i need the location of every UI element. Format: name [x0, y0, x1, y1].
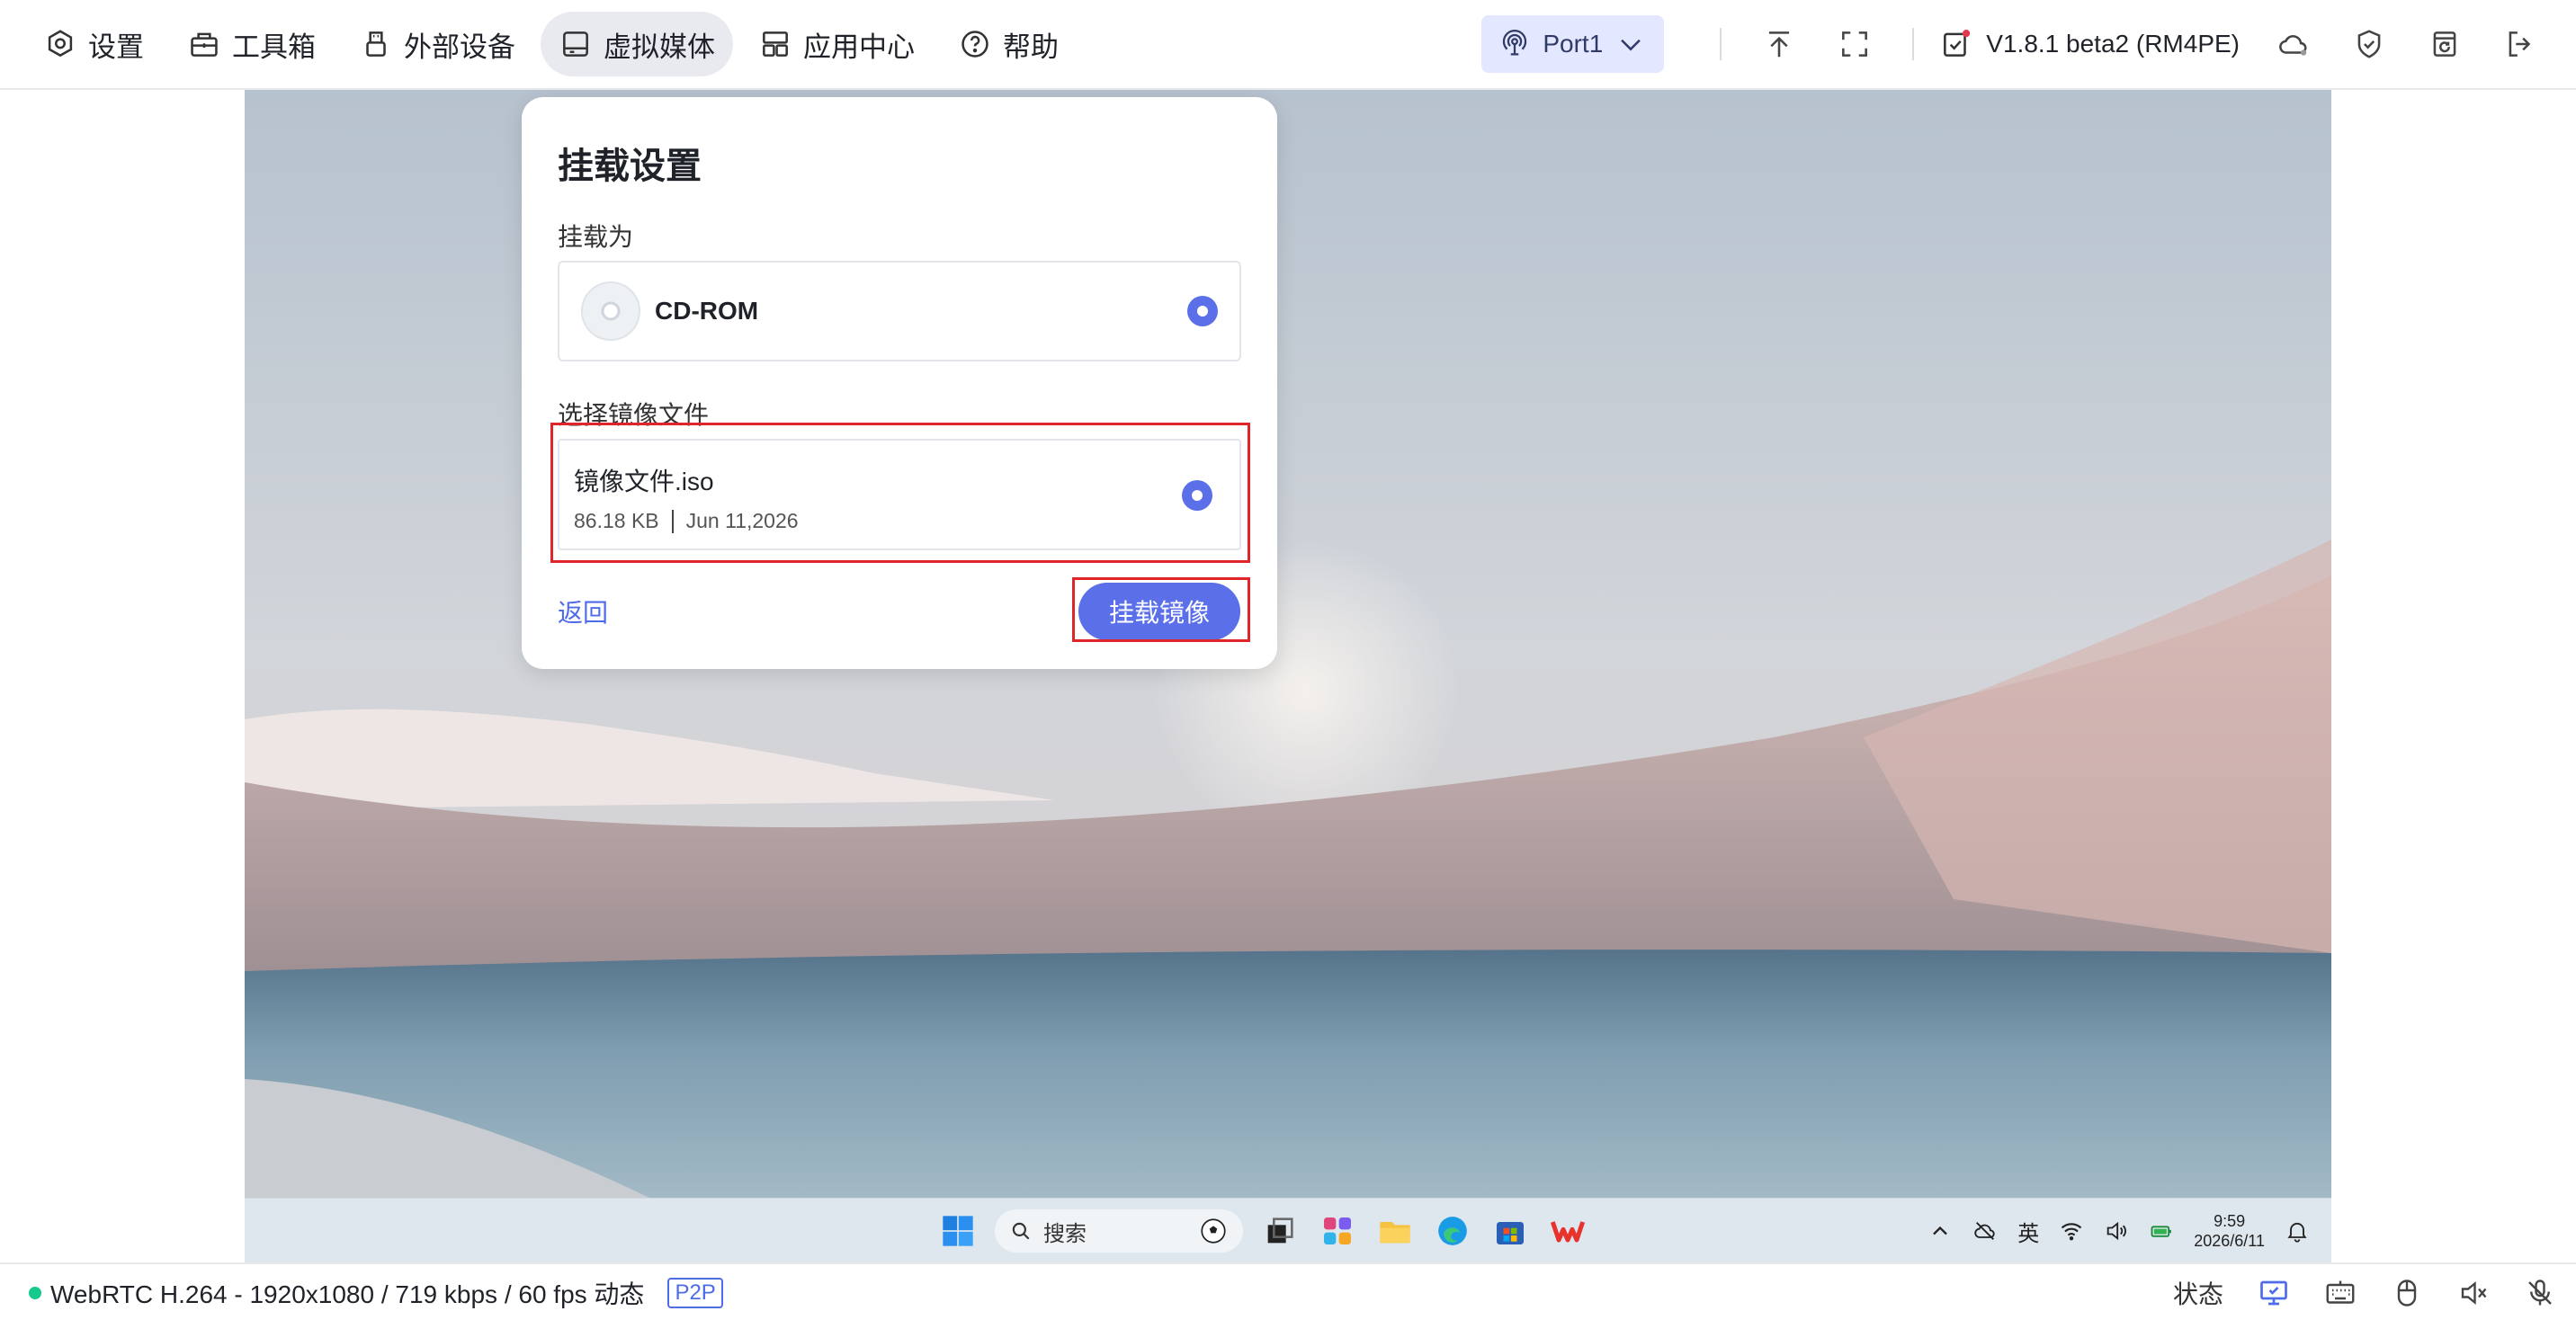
divider: [1912, 28, 1915, 60]
windows-taskbar: 搜索 英 9:59 2026/6/11: [245, 1198, 2331, 1262]
fullscreen-button[interactable]: [1817, 11, 1892, 77]
mount-button-highlight-box: [1072, 577, 1250, 642]
security-button[interactable]: [2331, 11, 2407, 77]
upload-button[interactable]: [1741, 11, 1817, 77]
mount-option-cdrom[interactable]: CD-ROM: [558, 261, 1241, 361]
port-label: Port1: [1543, 30, 1604, 58]
stream-stats: WebRTC H.264 - 1920x1080 / 719 kbps / 60…: [50, 1280, 645, 1308]
status-bar: WebRTC H.264 - 1920x1080 / 719 kbps / 60…: [0, 1262, 2576, 1320]
connection-indicator: [29, 1287, 41, 1299]
version-info[interactable]: V1.8.1 beta2 (RM4PE): [1939, 27, 2240, 61]
logout-button[interactable]: [2482, 11, 2558, 77]
mount-option-label: CD-ROM: [655, 297, 759, 325]
copilot-app[interactable]: [1317, 1210, 1358, 1252]
help-icon: [962, 31, 988, 58]
system-tray: 英 9:59 2026/6/11: [1928, 1204, 2310, 1258]
logout-icon: [2509, 31, 2531, 57]
store-app[interactable]: [1489, 1210, 1531, 1252]
store-icon: [1497, 1222, 1524, 1244]
restart-icon: [2433, 31, 2456, 57]
wifi-icon[interactable]: [2059, 1218, 2084, 1244]
keyboard-icon[interactable]: [2324, 1277, 2357, 1309]
edge-browser-icon: [1438, 1217, 1467, 1245]
port-selector[interactable]: Port1: [1481, 15, 1665, 73]
task-view-button[interactable]: [1259, 1210, 1301, 1252]
nav-toolbox-label: 工具箱: [232, 31, 316, 63]
top-toolbar: 设置 工具箱 外部设备 虚拟媒体 应用中心 帮助 Port1 V1.8.1 be…: [0, 0, 2576, 90]
dialog-title: 挂载设置: [558, 147, 702, 186]
folder-icon: [1380, 1222, 1410, 1244]
stream-info: WebRTC H.264 - 1920x1080 / 719 kbps / 60…: [29, 1264, 723, 1320]
gear-icon: [48, 30, 73, 58]
edge-app[interactable]: [1432, 1210, 1473, 1252]
soccer-ball-icon: [1201, 1218, 1226, 1244]
usb-icon: [366, 31, 386, 57]
ime-indicator[interactable]: 英: [2017, 1216, 2039, 1247]
clock-date: 2026/6/11: [2194, 1232, 2265, 1250]
wps-icon: [1550, 1221, 1586, 1243]
file-highlight-box: [550, 423, 1250, 563]
chevron-up-icon[interactable]: [1928, 1218, 1953, 1244]
version-label: V1.8.1 beta2 (RM4PE): [1986, 30, 2240, 58]
nav-external-devices[interactable]: 外部设备: [341, 12, 533, 76]
right-tools: Port1 V1.8.1 beta2 (RM4PE): [1481, 11, 2558, 77]
cloud-off-icon[interactable]: [1972, 1218, 1998, 1244]
copilot-icon: [1324, 1217, 1351, 1244]
mount-option-radio[interactable]: [1187, 296, 1218, 326]
nav-help-label: 帮助: [1003, 31, 1059, 63]
divider: [1720, 28, 1722, 60]
port-icon: [1503, 29, 1527, 56]
cd-rom-icon: [581, 281, 640, 341]
mouse-icon[interactable]: [2391, 1277, 2423, 1309]
restart-button[interactable]: [2407, 11, 2482, 77]
monitor-icon[interactable]: [2258, 1277, 2290, 1309]
notification-bell-icon[interactable]: [2285, 1218, 2310, 1244]
volume-icon[interactable]: [2104, 1218, 2129, 1244]
clock[interactable]: 9:59 2026/6/11: [2194, 1211, 2265, 1251]
apps-icon: [763, 31, 788, 57]
nav-virtual-media[interactable]: 虚拟媒体: [541, 12, 733, 76]
nav-external-devices-label: 外部设备: [404, 31, 515, 63]
fullscreen-icon: [1842, 31, 1868, 57]
battery-icon[interactable]: [2149, 1218, 2174, 1244]
nav-toolbox[interactable]: 工具箱: [169, 12, 334, 76]
p2p-badge: P2P: [667, 1278, 723, 1308]
status-label[interactable]: 状态: [2173, 1275, 2223, 1311]
upload-icon: [1769, 31, 1790, 58]
nav-virtual-media-label: 虚拟媒体: [604, 31, 715, 63]
file-explorer-app[interactable]: [1374, 1210, 1416, 1252]
wps-app[interactable]: [1547, 1210, 1588, 1252]
main-nav: 设置 工具箱 外部设备 虚拟媒体 应用中心 帮助: [25, 11, 1077, 77]
back-button[interactable]: 返回: [558, 593, 608, 629]
shield-check-icon: [2357, 30, 2381, 58]
nav-settings[interactable]: 设置: [25, 12, 162, 76]
nav-app-center[interactable]: 应用中心: [740, 12, 933, 76]
clock-time: 9:59: [2214, 1212, 2246, 1230]
taskbar-apps: 搜索: [937, 1206, 1588, 1256]
nav-help[interactable]: 帮助: [940, 12, 1077, 76]
nav-settings-label: 设置: [88, 31, 144, 63]
speaker-muted-icon[interactable]: [2457, 1277, 2490, 1309]
mount-as-label: 挂载为: [558, 223, 634, 251]
taskbar-search-placeholder: 搜索: [1043, 1221, 1087, 1246]
disk-icon: [563, 31, 588, 57]
windows-logo-icon: [943, 1216, 973, 1246]
microphone-off-icon[interactable]: [2524, 1277, 2556, 1309]
cloud-button[interactable]: [2256, 11, 2331, 77]
nav-app-center-label: 应用中心: [803, 31, 915, 63]
cloud-icon: [2279, 35, 2307, 56]
status-tools: 状态: [2173, 1264, 2556, 1320]
update-check-icon: [1944, 30, 1971, 57]
toolbox-icon: [191, 32, 218, 57]
search-icon: [1012, 1222, 1030, 1240]
chevron-down-icon: [1621, 39, 1641, 51]
start-button[interactable]: [937, 1210, 979, 1252]
task-view-icon: [1267, 1217, 1293, 1244]
taskbar-search[interactable]: 搜索: [995, 1209, 1243, 1253]
